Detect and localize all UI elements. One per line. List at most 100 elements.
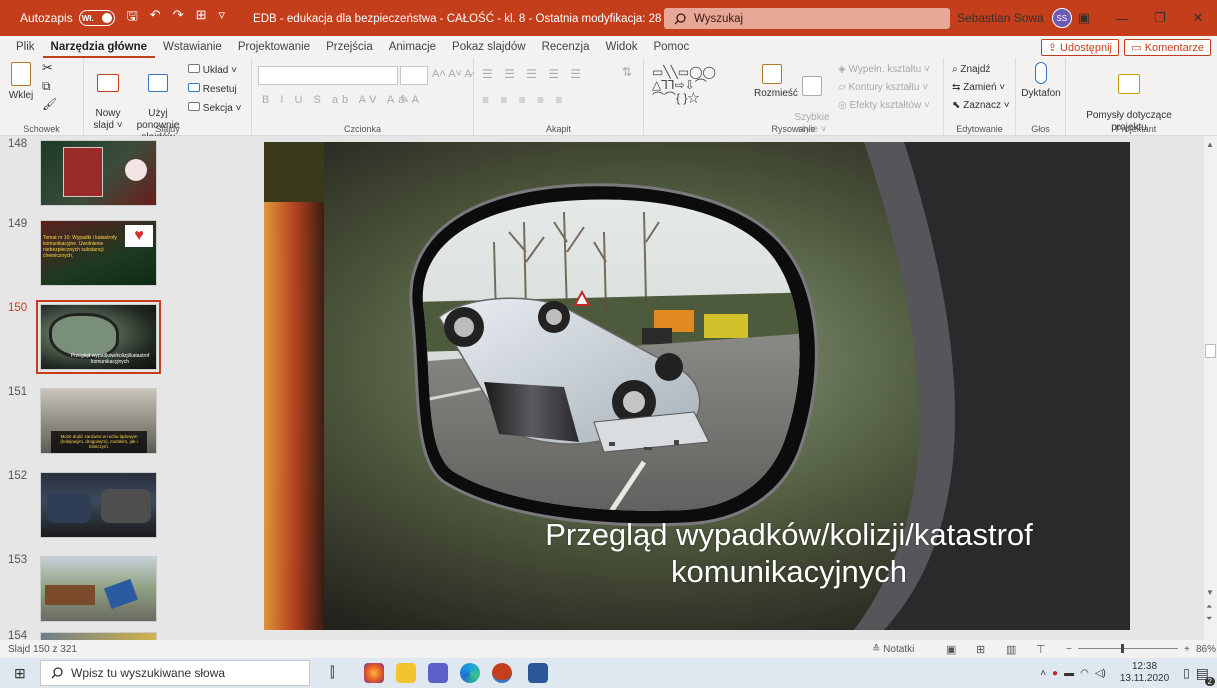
- dictate-button[interactable]: Dyktafon: [1020, 62, 1062, 100]
- search-box[interactable]: Wyszukaj: [664, 8, 950, 29]
- minimize-icon[interactable]: —: [1103, 0, 1141, 36]
- battery-icon[interactable]: ▬: [1064, 668, 1074, 679]
- slide-title[interactable]: Przegląd wypadków/kolizji/katastrof komu…: [449, 516, 1129, 590]
- volume-icon[interactable]: ◁): [1095, 668, 1106, 679]
- normal-view-icon[interactable]: ▣: [946, 643, 956, 656]
- font-format-icons[interactable]: B I U S ab AV Aa: [262, 94, 408, 106]
- antivirus-icon[interactable]: ●: [1052, 668, 1058, 679]
- paste-button[interactable]: Wklej: [6, 62, 36, 102]
- align-icons[interactable]: ≡ ≡ ≡ ≡ ≡: [482, 94, 566, 106]
- restore-icon[interactable]: ❐: [1141, 0, 1179, 36]
- cut-icon[interactable]: ✂: [42, 61, 53, 74]
- comments-button[interactable]: ▭ Komentarze: [1124, 39, 1211, 56]
- thumbnail-caption: Temat nr 10: Wypadki i katastrofy komuni…: [43, 235, 117, 259]
- taskbar-search[interactable]: Wpisz tu wyszukiwane słowa: [40, 660, 310, 686]
- autosave-control[interactable]: Autozapis Wł.: [0, 10, 115, 26]
- ribbon: Wklej ✂ ⧉ 🖌 Schowek Nowy slajd ˅ Użyj po…: [0, 58, 1217, 143]
- task-view-icon[interactable]: ⫿: [330, 664, 334, 681]
- group-voice: Dyktafon Głos: [1016, 58, 1066, 136]
- replace-button[interactable]: ⇆ Zamień ˅: [952, 82, 1005, 94]
- font-family-select[interactable]: [258, 66, 398, 85]
- find-button[interactable]: ⌕ Znajdź: [952, 64, 990, 76]
- vertical-scrollbar[interactable]: ▲ ▼ ⏶ ⏷: [1204, 136, 1217, 640]
- shape-effects-button[interactable]: ◎ Efekty kształtów ˅: [838, 100, 930, 112]
- teams-icon[interactable]: [428, 663, 448, 683]
- redo-icon[interactable]: ↷: [173, 7, 184, 29]
- show-desktop-icon[interactable]: ▯: [1183, 666, 1190, 680]
- text-direction-icon[interactable]: ⇅: [622, 66, 632, 78]
- tab-insert[interactable]: Wstawianie: [155, 36, 230, 58]
- file-explorer-icon[interactable]: [396, 663, 416, 683]
- firefox-icon[interactable]: [364, 663, 384, 683]
- layout-button[interactable]: Układ ˅: [188, 64, 237, 77]
- shape-outline-button[interactable]: ▱ Kontury kształtu ˅: [838, 82, 928, 94]
- font-color-icon[interactable]: ✎ A: [400, 94, 419, 106]
- select-button[interactable]: ⬉ Zaznacz ˅: [952, 100, 1010, 112]
- autosave-toggle[interactable]: Wł.: [78, 10, 115, 26]
- tab-design[interactable]: Projektowanie: [230, 36, 318, 58]
- customize-toolbar-icon[interactable]: ▿: [219, 7, 226, 29]
- font-grow-icon[interactable]: A˄ A˅ A̷: [432, 68, 472, 80]
- previous-slide-icon[interactable]: ⏶: [1206, 602, 1212, 612]
- tab-slideshow[interactable]: Pokaz slajdów: [444, 36, 534, 58]
- show-hidden-icons-icon[interactable]: ˄: [1040, 668, 1046, 679]
- edge-icon[interactable]: [460, 663, 480, 683]
- thumbnail-image: Przegląd wypadków/kolizji/katastrof komu…: [36, 300, 161, 374]
- zoom-slider-handle[interactable]: [1121, 644, 1124, 653]
- copy-icon[interactable]: ⧉: [42, 80, 51, 92]
- section-button[interactable]: Sekcja ˅: [188, 102, 241, 115]
- slide-editor-canvas[interactable]: Przegląd wypadków/kolizji/katastrof komu…: [166, 136, 1204, 640]
- thumbnail-caption: Przegląd wypadków/kolizji/katastrof komu…: [70, 353, 150, 365]
- share-button[interactable]: ⇪ Udostępnij: [1040, 39, 1119, 56]
- shapes-gallery[interactable]: ▭╲╲▭◯◯ △⅂⅂⇨⇩⌒ ⌒⌒{ }☆: [652, 66, 716, 105]
- thumbnail-number: 151: [8, 386, 28, 398]
- group-drawing: ▭╲╲▭◯◯ △⅂⅂⇨⇩⌒ ⌒⌒{ }☆ Rozmieść Szybkie styl…: [644, 58, 944, 136]
- user-account[interactable]: Sebastian Sowa SS: [957, 0, 1072, 36]
- search-icon: [51, 667, 63, 679]
- close-icon[interactable]: ✕: [1179, 0, 1217, 36]
- font-size-select[interactable]: [400, 66, 428, 85]
- zoom-slider[interactable]: [1078, 644, 1178, 653]
- slide-sorter-icon[interactable]: ⊞: [976, 643, 985, 656]
- windows-start-icon[interactable]: ⊞: [14, 665, 26, 682]
- tab-review[interactable]: Recenzja: [534, 36, 598, 58]
- reset-button[interactable]: Resetuj: [188, 83, 237, 96]
- system-tray: ˄ ● ▬ ◠ ◁) 12:38 13.11.2020 ▯ ▤ 2: [1040, 658, 1217, 688]
- presentation-icon[interactable]: ⊞: [196, 7, 207, 29]
- new-slide-button[interactable]: Nowy slajd ˅: [88, 62, 128, 132]
- shape-fill-button[interactable]: ◈ Wypełn. kształtu ˅: [838, 64, 930, 76]
- quick-access-toolbar: 🖫 ↶ ↷ ⊞ ▿: [127, 7, 225, 29]
- word-icon[interactable]: [528, 663, 548, 683]
- group-editing: ⌕ Znajdź ⇆ Zamień ˅ ⬉ Zaznacz ˅ Edytowan…: [944, 58, 1016, 136]
- tab-file[interactable]: Plik: [8, 36, 43, 58]
- scroll-down-icon[interactable]: ▼: [1206, 588, 1214, 597]
- scroll-up-icon[interactable]: ▲: [1206, 140, 1214, 149]
- next-slide-icon[interactable]: ⏷: [1206, 614, 1212, 624]
- zoom-out-icon[interactable]: −: [1066, 644, 1072, 655]
- group-slides: Nowy slajd ˅ Użyj ponownie slajdów Układ…: [84, 58, 252, 143]
- zoom-level[interactable]: 86%: [1196, 644, 1216, 655]
- slide-thumbnails-pane[interactable]: 148 149 Temat nr 10: Wypadki i katastrof…: [0, 136, 166, 640]
- list-icons[interactable]: ☰ ☰ ☰ ☰ ☰: [482, 68, 585, 80]
- clock[interactable]: 12:38 13.11.2020: [1120, 661, 1169, 685]
- scrollbar-thumb[interactable]: [1205, 344, 1216, 358]
- save-icon[interactable]: 🖫: [127, 7, 138, 29]
- reading-view-icon[interactable]: ▥: [1006, 643, 1016, 656]
- replace-icon: ⇆: [952, 82, 961, 93]
- wifi-icon[interactable]: ◠: [1080, 668, 1089, 679]
- tab-animations[interactable]: Animacje: [381, 36, 444, 58]
- arrange-button[interactable]: Rozmieść: [754, 64, 798, 100]
- tab-view[interactable]: Widok: [598, 36, 646, 58]
- tab-transitions[interactable]: Przejścia: [318, 36, 381, 58]
- notes-button[interactable]: ≙ Notatki: [872, 644, 914, 655]
- notifications-icon[interactable]: ▤ 2: [1196, 665, 1215, 686]
- tab-home[interactable]: Narzędzia główne: [42, 36, 156, 58]
- undo-icon[interactable]: ↶: [150, 7, 161, 29]
- slide-150[interactable]: Przegląd wypadków/kolizji/katastrof komu…: [264, 142, 1130, 630]
- tab-help[interactable]: Pomoc: [645, 36, 697, 58]
- format-painter-icon[interactable]: 🖌: [42, 98, 57, 110]
- slideshow-icon[interactable]: ⊤: [1036, 643, 1046, 656]
- ribbon-display-icon[interactable]: ▣: [1065, 0, 1103, 36]
- zoom-in-icon[interactable]: +: [1184, 644, 1190, 655]
- powerpoint-icon[interactable]: [492, 663, 512, 683]
